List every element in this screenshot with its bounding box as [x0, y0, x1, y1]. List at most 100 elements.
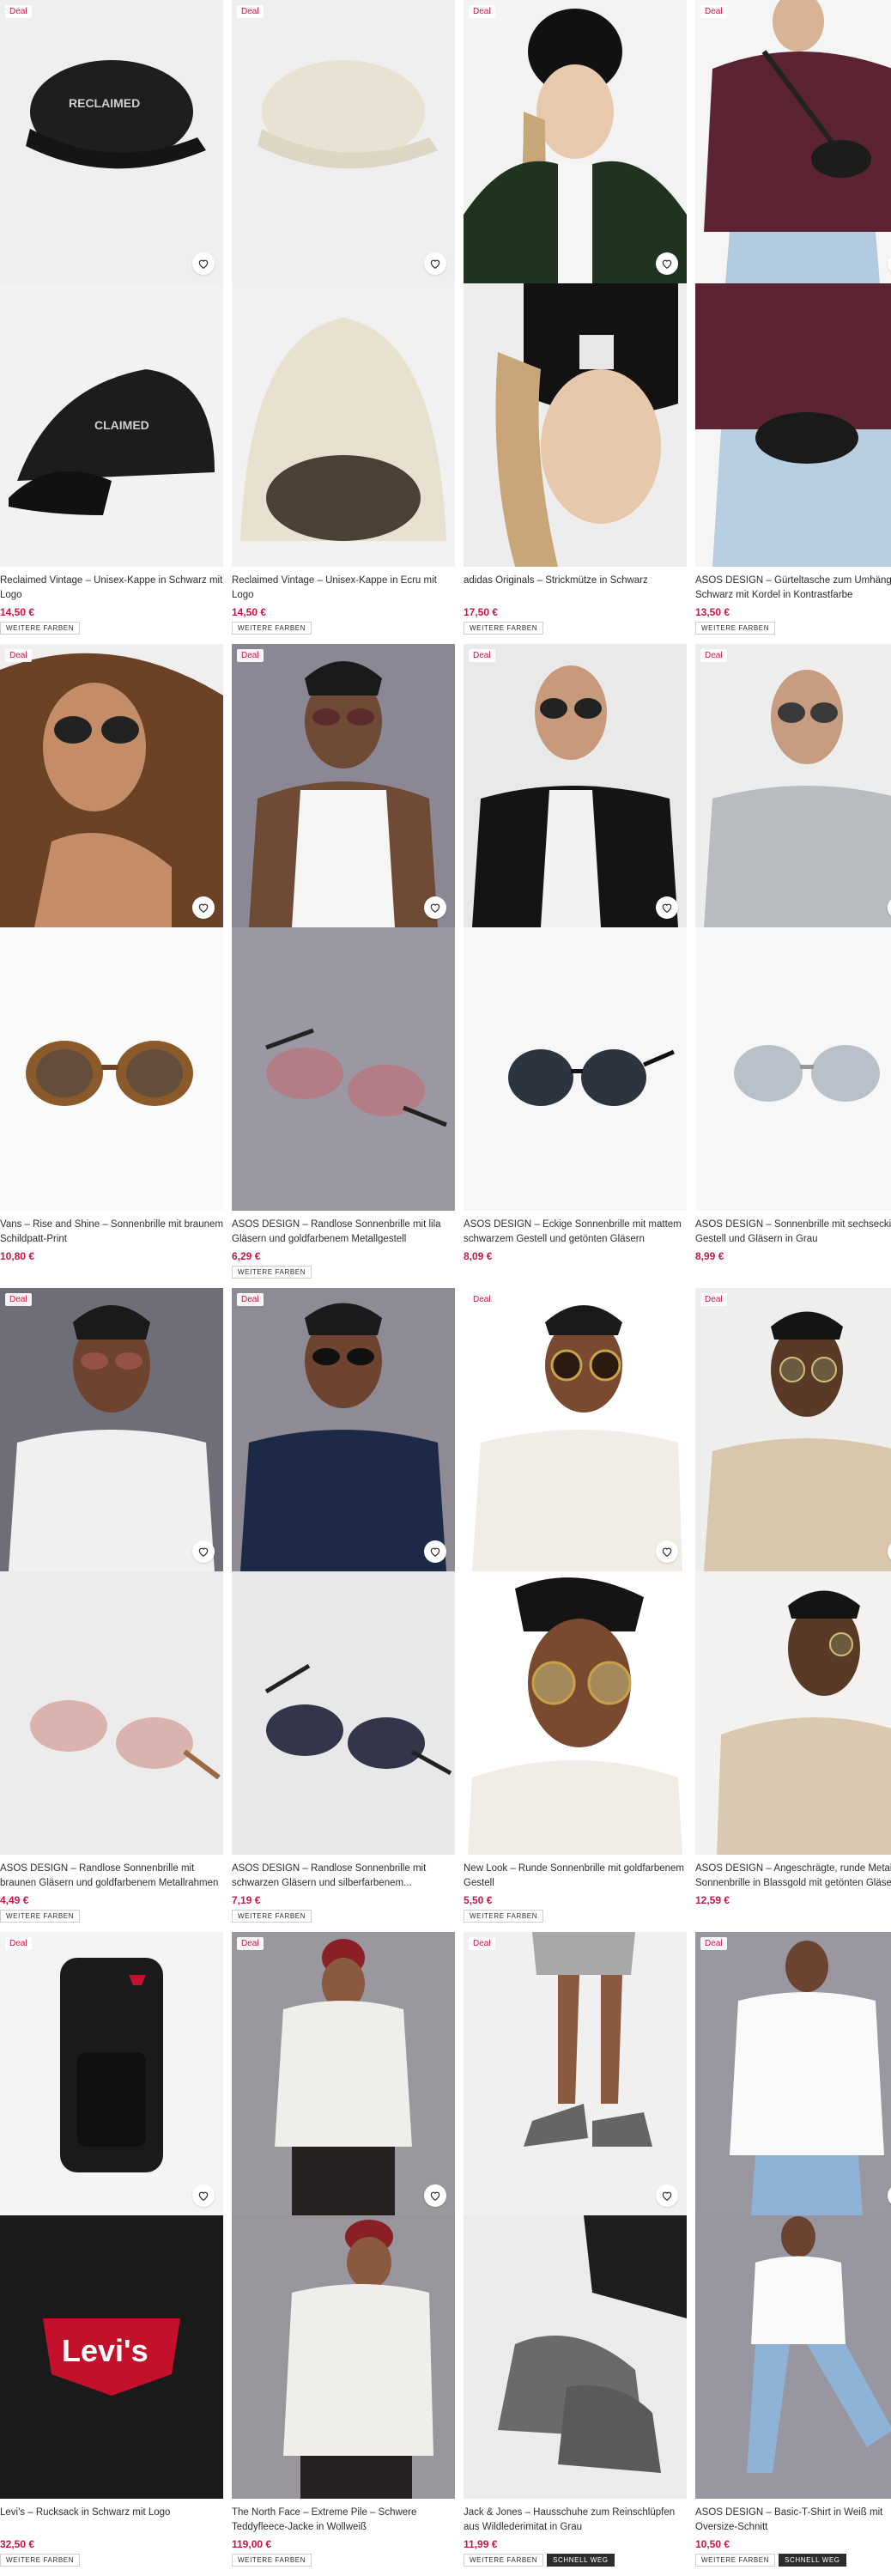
product-card[interactable]: Deal ASOS DESIGN – Sonnenbrille mit sech… [695, 644, 891, 1262]
product-image[interactable]: Deal [464, 1288, 687, 1571]
save-heart-icon[interactable] [656, 896, 678, 919]
product-title[interactable]: Vans – Rise and Shine – Sonnenbrille mit… [0, 1218, 223, 1247]
product-title[interactable]: ASOS DESIGN – Randlose Sonnenbrille mit … [232, 1218, 455, 1247]
more-colors-tag: WEITERE FARBEN [464, 622, 544, 635]
product-card[interactable]: Deal Vans – Rise and Shine – Sonnenbrill… [0, 644, 223, 1262]
selling-fast-tag: SCHNELL WEG [547, 2554, 615, 2567]
save-heart-icon[interactable] [192, 252, 215, 275]
product-card[interactable]: Deal ASOS DESIGN – Angeschrägte, runde M… [695, 1288, 891, 1906]
product-image-alt[interactable] [232, 1571, 455, 1855]
product-title[interactable]: ASOS DESIGN – Eckige Sonnenbrille mit ma… [464, 1218, 687, 1247]
product-image[interactable]: Deal [695, 0, 891, 283]
save-heart-icon[interactable] [424, 896, 446, 919]
save-heart-icon[interactable] [424, 2184, 446, 2207]
more-colors-tag: WEITERE FARBEN [0, 622, 81, 635]
svg-text:RECLAIMED: RECLAIMED [69, 96, 140, 110]
product-title[interactable]: Reclaimed Vintage – Unisex-Kappe in Schw… [0, 574, 223, 603]
save-heart-icon[interactable] [192, 1540, 215, 1563]
deal-badge: Deal [469, 1293, 495, 1306]
save-heart-icon[interactable] [656, 2184, 678, 2207]
product-card[interactable]: Deal ASOS DESIGN – Randlose Sonnenbrille… [0, 1288, 223, 1923]
product-image-alt[interactable] [464, 2215, 687, 2499]
product-card[interactable]: Deal ASOS DESIGN – Basic-T-Shirt in Weiß… [695, 1932, 891, 2567]
save-heart-icon[interactable] [656, 252, 678, 275]
product-image-alt[interactable] [232, 2215, 455, 2499]
save-heart-icon[interactable] [424, 252, 446, 275]
product-image[interactable]: Deal [232, 1288, 455, 1571]
product-title[interactable]: ASOS DESIGN – Randlose Sonnenbrille mit … [232, 1862, 455, 1891]
deal-badge: Deal [5, 649, 32, 662]
product-image-alt[interactable]: Levi's [0, 2215, 223, 2499]
deal-badge: Deal [469, 1937, 495, 1950]
product-price: 8,09 € [464, 1250, 493, 1262]
more-colors-tag: WEITERE FARBEN [232, 1910, 312, 1923]
product-image[interactable]: Deal [232, 1932, 455, 2215]
product-title[interactable]: adidas Originals – Strickmütze in Schwar… [464, 574, 687, 603]
product-image[interactable]: RECLAIMED Deal [0, 0, 223, 283]
deal-badge: Deal [5, 1293, 32, 1306]
product-price: 10,50 € [695, 2538, 730, 2550]
save-heart-icon[interactable] [192, 2184, 215, 2207]
product-title[interactable]: ASOS DESIGN – Gürteltasche zum Umhängen … [695, 574, 891, 603]
product-image-alt[interactable] [0, 1571, 223, 1855]
product-card[interactable]: Deal ASOS DESIGN – Gürteltasche zum Umhä… [695, 0, 891, 635]
product-image[interactable]: Deal [464, 1932, 687, 2215]
product-title[interactable]: New Look – Runde Sonnenbrille mit goldfa… [464, 1862, 687, 1891]
product-image-alt[interactable] [695, 2215, 891, 2499]
product-image[interactable]: Deal [0, 1288, 223, 1571]
more-colors-tag: WEITERE FARBEN [695, 622, 776, 635]
save-heart-icon[interactable] [424, 1540, 446, 1563]
more-colors-tag: WEITERE FARBEN [464, 1910, 544, 1923]
product-image[interactable]: Deal [0, 1932, 223, 2215]
product-card[interactable]: RECLAIMED Deal CLAIMED Reclaimed Vintage… [0, 0, 223, 635]
product-image[interactable]: Deal [232, 0, 455, 283]
deal-badge: Deal [237, 1937, 264, 1950]
svg-text:CLAIMED: CLAIMED [94, 418, 149, 432]
product-image-alt[interactable] [464, 1571, 687, 1855]
product-title[interactable]: ASOS DESIGN – Randlose Sonnenbrille mit … [0, 1862, 223, 1891]
product-card[interactable]: Deal The North Face – Extreme Pile – Sch… [232, 1932, 455, 2567]
product-image-alt[interactable] [695, 1571, 891, 1855]
product-title[interactable]: Levi's – Rucksack in Schwarz mit Logo [0, 2506, 223, 2535]
product-image-alt[interactable]: CLAIMED [0, 283, 223, 567]
product-card[interactable]: Deal ASOS DESIGN – Randlose Sonnenbrille… [232, 1288, 455, 1923]
product-image[interactable]: Deal [232, 644, 455, 927]
save-heart-icon[interactable] [192, 896, 215, 919]
product-image-alt[interactable] [464, 283, 687, 567]
product-image[interactable]: Deal [0, 644, 223, 927]
product-image-alt[interactable] [695, 283, 891, 567]
product-title[interactable]: ASOS DESIGN – Sonnenbrille mit sechsecki… [695, 1218, 891, 1247]
product-card[interactable]: Deal ASOS DESIGN – Randlose Sonnenbrille… [232, 644, 455, 1279]
deal-badge: Deal [237, 1293, 264, 1306]
product-image[interactable]: Deal [464, 0, 687, 283]
product-price: 10,80 € [0, 1250, 35, 1262]
product-card[interactable]: Deal Levi's Levi's – Rucksack in Schwarz… [0, 1932, 223, 2567]
product-title[interactable]: Jack & Jones – Hausschuhe zum Reinschlüp… [464, 2506, 687, 2535]
product-title[interactable]: ASOS DESIGN – Basic-T-Shirt in Weiß mit … [695, 2506, 891, 2535]
product-price: 32,50 € [0, 2538, 35, 2550]
selling-fast-tag: SCHNELL WEG [779, 2554, 846, 2567]
product-image-alt[interactable] [695, 927, 891, 1211]
product-image-alt[interactable] [232, 927, 455, 1211]
save-heart-icon[interactable] [656, 1540, 678, 1563]
product-title[interactable]: ASOS DESIGN – Angeschrägte, runde Metall… [695, 1862, 891, 1891]
product-title[interactable]: The North Face – Extreme Pile – Schwere … [232, 2506, 455, 2535]
product-title[interactable]: Reclaimed Vintage – Unisex-Kappe in Ecru… [232, 574, 455, 603]
product-card[interactable]: Deal Jack & Jones – Hausschuhe zum Reins… [464, 1932, 687, 2567]
product-image[interactable]: Deal [695, 644, 891, 927]
product-price: 17,50 € [464, 606, 499, 618]
product-image-alt[interactable] [232, 283, 455, 567]
product-image-alt[interactable] [0, 927, 223, 1211]
product-image[interactable]: Deal [695, 1932, 891, 2215]
product-image-alt[interactable] [464, 927, 687, 1211]
product-price: 119,00 € [232, 2538, 272, 2550]
product-price: 14,50 € [0, 606, 35, 618]
product-card[interactable]: Deal New Look – Runde Sonnenbrille mit g… [464, 1288, 687, 1923]
more-colors-tag: WEITERE FARBEN [232, 2554, 312, 2567]
product-card[interactable]: Deal adidas Originals – Strickmütze in S… [464, 0, 687, 635]
product-card[interactable]: Deal Reclaimed Vintage – Unisex-Kappe in… [232, 0, 455, 635]
deal-badge: Deal [469, 649, 495, 662]
product-image[interactable]: Deal [464, 644, 687, 927]
product-image[interactable]: Deal [695, 1288, 891, 1571]
product-card[interactable]: Deal ASOS DESIGN – Eckige Sonnenbrille m… [464, 644, 687, 1262]
